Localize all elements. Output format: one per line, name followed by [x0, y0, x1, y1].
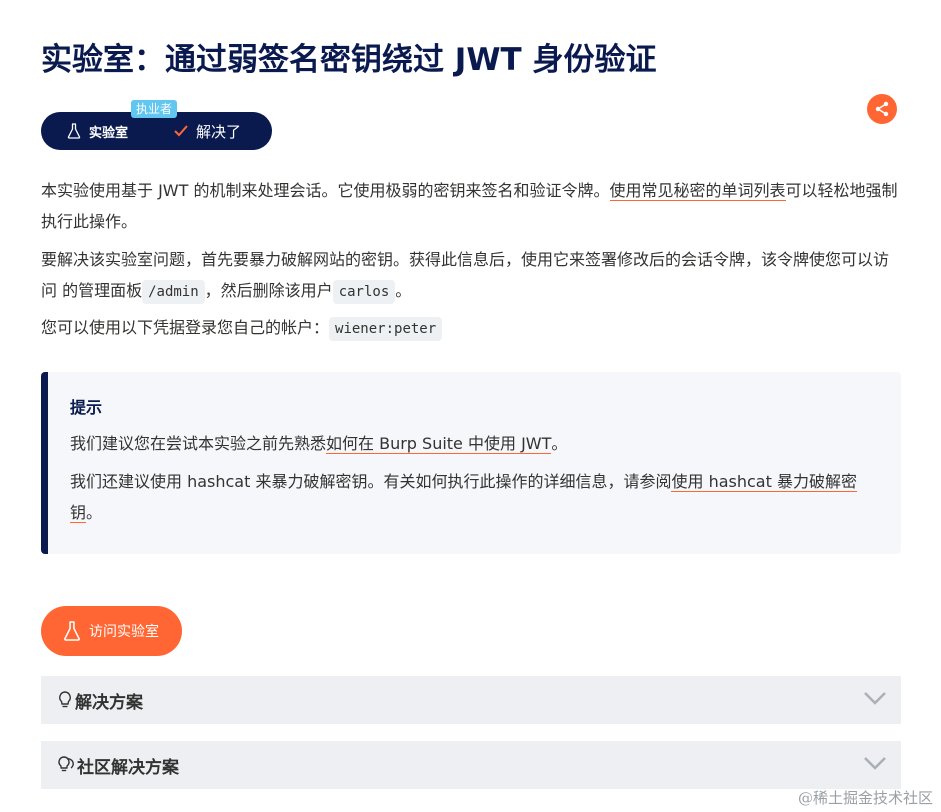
intro-text-2-mid: ，然后删除该用户 [204, 281, 333, 300]
page-title: 实验室：通过弱签名密钥绕过 JWT 身份验证 [41, 42, 657, 78]
lab-segment: 实验室 [67, 122, 128, 141]
share-icon [875, 101, 889, 117]
chevron-down-icon [864, 757, 886, 770]
level-tag: 执业者 [131, 100, 178, 118]
solved-segment: 解决了 [174, 121, 241, 142]
admin-path-code: /admin [142, 280, 205, 304]
share-button[interactable] [867, 94, 897, 124]
hint-text-1-end: 。 [551, 434, 568, 453]
lightbulb-icon [59, 691, 71, 708]
burp-jwt-link[interactable]: 如何在 Burp Suite 中使用 JWT [326, 434, 552, 454]
wordlist-link[interactable]: 使用常见秘密的单词列表 [609, 181, 786, 201]
hint-text-2-end: 。 [86, 503, 103, 522]
intro-paragraph-3: 您可以使用以下凭据登录您自己的帐户： wiener:peter [41, 312, 901, 345]
access-lab-button[interactable]: 访问实验室 [41, 606, 182, 656]
solution-accordion[interactable]: 解决方案 [41, 676, 901, 724]
hint-title: 提示 [70, 398, 103, 417]
hint-paragraph-1: 我们建议您在尝试本实验之前先熟悉如何在 Burp Suite 中使用 JWT。 [70, 428, 870, 459]
watermark: @稀土掘金技术社区 [797, 789, 933, 807]
intro-text-2-end: 。 [395, 281, 412, 300]
community-solution-label: 社区解决方案 [77, 757, 179, 778]
solved-label: 解决了 [196, 122, 242, 141]
community-lightbulb-icon [58, 756, 74, 772]
username-code: carlos [332, 280, 396, 304]
credentials-code: wiener:peter [329, 317, 443, 341]
chevron-down-icon [864, 692, 886, 705]
hint-text-1: 我们建议您在尝试本实验之前先熟悉 [70, 434, 327, 453]
flask-icon [64, 621, 80, 641]
intro-text-3: 您可以使用以下凭据登录您自己的帐户： [41, 318, 330, 337]
hint-paragraph-2: 我们还建议使用 hashcat 来暴力破解密钥。有关如何执行此操作的详细信息，请… [70, 466, 870, 528]
community-solution-accordion[interactable]: 社区解决方案 [41, 741, 901, 789]
solution-label: 解决方案 [75, 692, 143, 713]
intro-paragraph-2: 要解决该实验室问题，首先要暴力破解网站的密钥。获得此信息后，使用它来签署修改后的… [41, 244, 901, 308]
hint-box: 提示 我们建议您在尝试本实验之前先熟悉如何在 Burp Suite 中使用 JW… [41, 372, 901, 554]
access-lab-label: 访问实验室 [89, 624, 159, 640]
intro-text-1: 本实验使用基于 JWT 的机制来处理会话。它使用极弱的密钥来签名和验证令牌。 [41, 181, 610, 200]
lab-label: 实验室 [89, 125, 129, 141]
check-icon [174, 125, 188, 137]
flask-icon [67, 123, 81, 139]
hint-text-2: 我们还建议使用 hashcat 来暴力破解密钥。有关如何执行此操作的详细信息，请… [70, 472, 672, 491]
intro-paragraph-1: 本实验使用基于 JWT 的机制来处理会话。它使用极弱的密钥来签名和验证令牌。使用… [41, 175, 901, 237]
